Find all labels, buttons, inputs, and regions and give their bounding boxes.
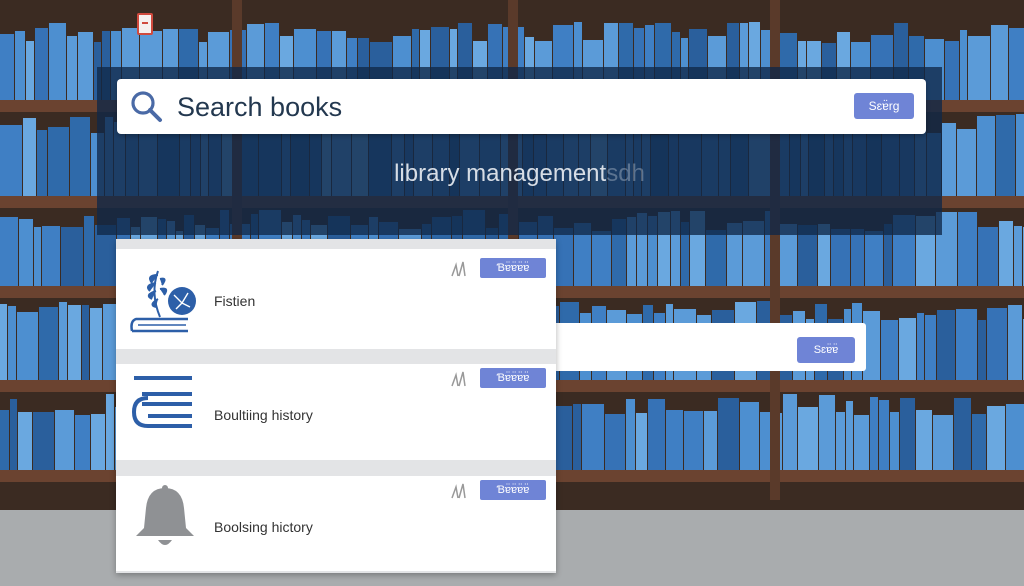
status-badge[interactable]: Ɓɐ̈ɐ̈ɐ̈ɐ̈ (480, 368, 546, 388)
status-badge[interactable]: Ɓɐ̈ɐ̈ɐ̈ɐ̈ (480, 258, 546, 278)
subtitle-ghost-text: sdh (606, 160, 645, 187)
book-leaf-icon (130, 270, 196, 333)
search-bar: Sɛɐ̈rg (117, 79, 926, 134)
list-item-label: Fistien (214, 293, 256, 309)
list-item[interactable]: Boultiing history Ɓɐ̈ɐ̈ɐ̈ɐ̈ (116, 364, 556, 460)
status-indicator-icon (451, 371, 466, 387)
list-item-label: Boolsing hictory (214, 519, 313, 535)
search-input[interactable] (175, 88, 779, 126)
status-indicator-icon (451, 261, 466, 277)
side-search-button[interactable]: Sɛɐ̈ɐ̈ (797, 337, 855, 363)
side-search-card: Sɛɐ̈ɐ̈ (520, 323, 866, 371)
books-stack-icon (131, 376, 192, 428)
list-item-label: Boultiing history (214, 407, 313, 423)
status-indicator-icon (451, 483, 466, 499)
search-button[interactable]: Sɛɐ̈rg (854, 93, 914, 119)
search-icon[interactable] (129, 89, 165, 125)
status-badge[interactable]: Ɓɐ̈ɐ̈ɐ̈ɐ̈ (480, 480, 546, 500)
bell-icon (136, 485, 194, 545)
list-item[interactable]: Fistien Ɓɐ̈ɐ̈ɐ̈ɐ̈ (116, 249, 556, 349)
app-corner-icon[interactable] (137, 13, 153, 35)
subtitle-text: library management (394, 160, 607, 187)
page-subtitle: library managementsdh (97, 160, 942, 188)
list-item[interactable]: Boolsing hictory Ɓɐ̈ɐ̈ɐ̈ɐ̈ (116, 476, 556, 571)
category-list: Fistien Ɓɐ̈ɐ̈ɐ̈ɐ̈ Boultiing history Ɓɐ̈ɐ… (116, 239, 556, 573)
